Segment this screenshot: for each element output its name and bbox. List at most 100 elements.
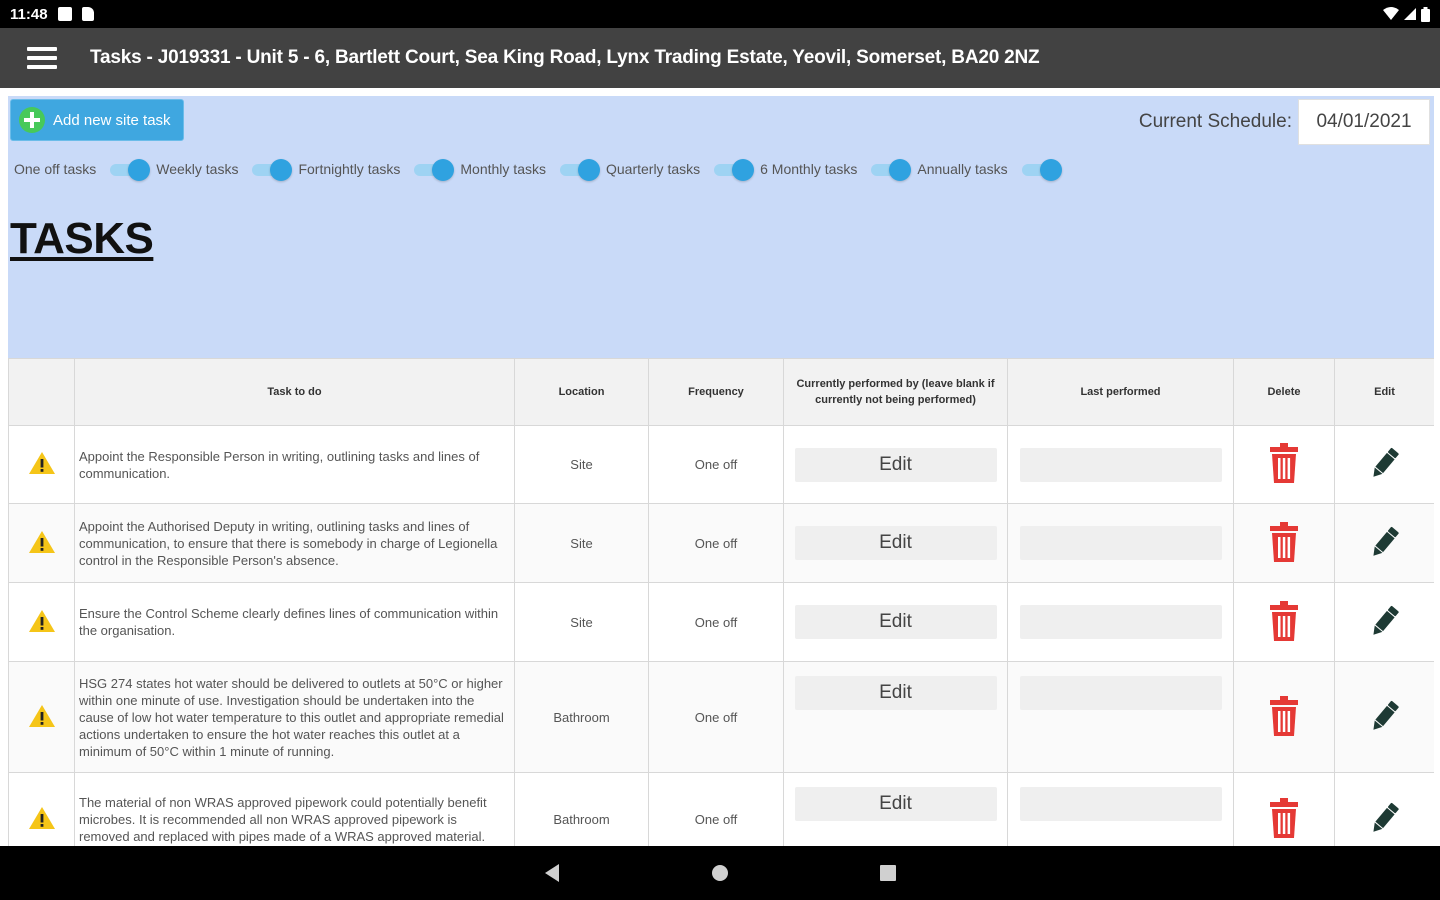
delete-button[interactable] <box>1269 797 1299 841</box>
edit-cell <box>1334 772 1434 846</box>
warning-icon <box>28 806 55 829</box>
edit-button[interactable] <box>1370 526 1400 565</box>
add-site-task-label: Add new site task <box>53 111 171 129</box>
status-cell <box>8 772 75 846</box>
last-performed-cell <box>1007 661 1234 773</box>
performed-by-cell: Edit <box>783 661 1008 773</box>
switch-thumb <box>889 159 912 181</box>
status-cell <box>8 425 75 504</box>
task-cell: The material of non WRAS approved pipewo… <box>74 772 515 846</box>
last-performed-field[interactable] <box>1019 787 1222 821</box>
last-performed-cell <box>1007 772 1234 846</box>
frequency-cell: One off <box>648 661 784 773</box>
header-delete: Delete <box>1233 358 1335 426</box>
pencil-icon <box>1372 447 1399 477</box>
delete-button[interactable] <box>1269 443 1299 486</box>
frequency-cell: One off <box>648 582 784 662</box>
toggle-switch[interactable] <box>414 158 455 181</box>
performed-by-edit-button[interactable]: Edit <box>794 676 997 710</box>
header-location: Location <box>514 358 649 426</box>
delete-button[interactable] <box>1269 521 1299 565</box>
warning-icon <box>28 609 55 632</box>
performed-by-edit-button[interactable]: Edit <box>794 447 997 482</box>
toggle-switch[interactable] <box>252 158 293 181</box>
menu-button[interactable] <box>0 28 84 88</box>
wifi-icon <box>1383 7 1399 20</box>
edit-cell <box>1334 425 1434 504</box>
task-cell: HSG 274 states hot water should be deliv… <box>74 661 515 773</box>
delete-cell <box>1233 503 1335 583</box>
last-performed-field[interactable] <box>1019 447 1222 482</box>
delete-button[interactable] <box>1269 600 1299 644</box>
notification-icon <box>57 7 72 21</box>
toggle-switch[interactable] <box>559 158 600 181</box>
warning-icon <box>28 452 55 474</box>
last-performed-cell <box>1007 425 1234 504</box>
page-title: Tasks - J019331 - Unit 5 - 6, Bartlett C… <box>90 47 1040 68</box>
trash-icon <box>1270 797 1298 838</box>
app-bar: Tasks - J019331 - Unit 5 - 6, Bartlett C… <box>0 28 1440 88</box>
delete-button[interactable] <box>1269 695 1299 739</box>
toggle-item: Monthly tasks <box>460 158 600 181</box>
edit-button[interactable] <box>1370 447 1400 486</box>
switch-thumb <box>432 159 455 181</box>
toggle-item: 6 Monthly tasks <box>760 158 912 181</box>
switch-thumb <box>128 159 151 181</box>
performed-by-edit-button[interactable]: Edit <box>794 526 997 560</box>
performed-by-cell: Edit <box>783 503 1008 583</box>
navigation-bar <box>0 846 1440 900</box>
add-site-task-button[interactable]: Add new site task <box>10 99 184 141</box>
last-performed-field[interactable] <box>1019 605 1222 639</box>
table-row: HSG 274 states hot water should be deliv… <box>8 661 1434 773</box>
toggle-switch[interactable] <box>110 158 151 181</box>
frequency-cell: One off <box>648 772 784 846</box>
performed-by-edit-button[interactable]: Edit <box>794 605 997 639</box>
status-time: 11:48 <box>10 5 48 23</box>
toggle-switch[interactable] <box>1021 158 1062 181</box>
last-performed-field[interactable] <box>1019 526 1222 560</box>
tasks-table-container[interactable]: Task to do Location Frequency Currently … <box>8 358 1434 846</box>
trash-icon <box>1270 443 1298 483</box>
toggle-label: Annually tasks <box>917 161 1008 177</box>
status-cell <box>8 661 75 773</box>
edit-cell <box>1334 661 1434 773</box>
performed-by-edit-button[interactable]: Edit <box>794 787 997 821</box>
edit-button[interactable] <box>1370 802 1400 841</box>
last-performed-cell <box>1007 582 1234 662</box>
location-cell: Bathroom <box>514 772 649 846</box>
frequency-cell: One off <box>648 503 784 583</box>
recents-icon[interactable] <box>879 864 897 882</box>
schedule-label: Current Schedule: <box>1138 111 1292 132</box>
pencil-icon <box>1372 605 1399 635</box>
toggle-label: Weekly tasks <box>156 161 239 177</box>
performed-by-cell: Edit <box>783 772 1008 846</box>
last-performed-field[interactable] <box>1019 676 1222 710</box>
home-icon[interactable] <box>711 864 729 882</box>
header-task: Task to do <box>74 358 515 426</box>
toggle-label: Fortnightly tasks <box>298 161 401 177</box>
pencil-icon <box>1372 802 1399 832</box>
table-row: Appoint the Responsible Person in writin… <box>8 425 1434 504</box>
back-icon[interactable] <box>543 863 561 883</box>
toggle-item: Fortnightly tasks <box>298 158 455 181</box>
edit-cell <box>1334 582 1434 662</box>
schedule-date-field[interactable]: 04/01/2021 <box>1298 99 1430 145</box>
location-cell: Site <box>514 503 649 583</box>
switch-thumb <box>1039 159 1062 181</box>
trash-icon <box>1270 695 1298 736</box>
frequency-toggles: One off tasks Weekly tasks Fortnightly tas… <box>14 158 1068 181</box>
table-row: Ensure the Control Scheme clearly define… <box>8 582 1434 662</box>
toggle-label: One off tasks <box>14 161 97 177</box>
trash-icon <box>1270 600 1298 641</box>
edit-button[interactable] <box>1370 605 1400 644</box>
filter-panel: Add new site task Current Schedule: 04/0… <box>8 96 1434 358</box>
plus-icon <box>19 107 45 133</box>
edit-button[interactable] <box>1370 700 1400 739</box>
toggle-switch[interactable] <box>871 158 912 181</box>
toggle-switch[interactable] <box>714 158 755 181</box>
delete-cell <box>1233 582 1335 662</box>
pencil-icon <box>1372 526 1399 556</box>
toggle-label: Quarterly tasks <box>605 161 701 177</box>
toggle-item: Quarterly tasks <box>605 158 755 181</box>
header-status <box>8 358 75 426</box>
